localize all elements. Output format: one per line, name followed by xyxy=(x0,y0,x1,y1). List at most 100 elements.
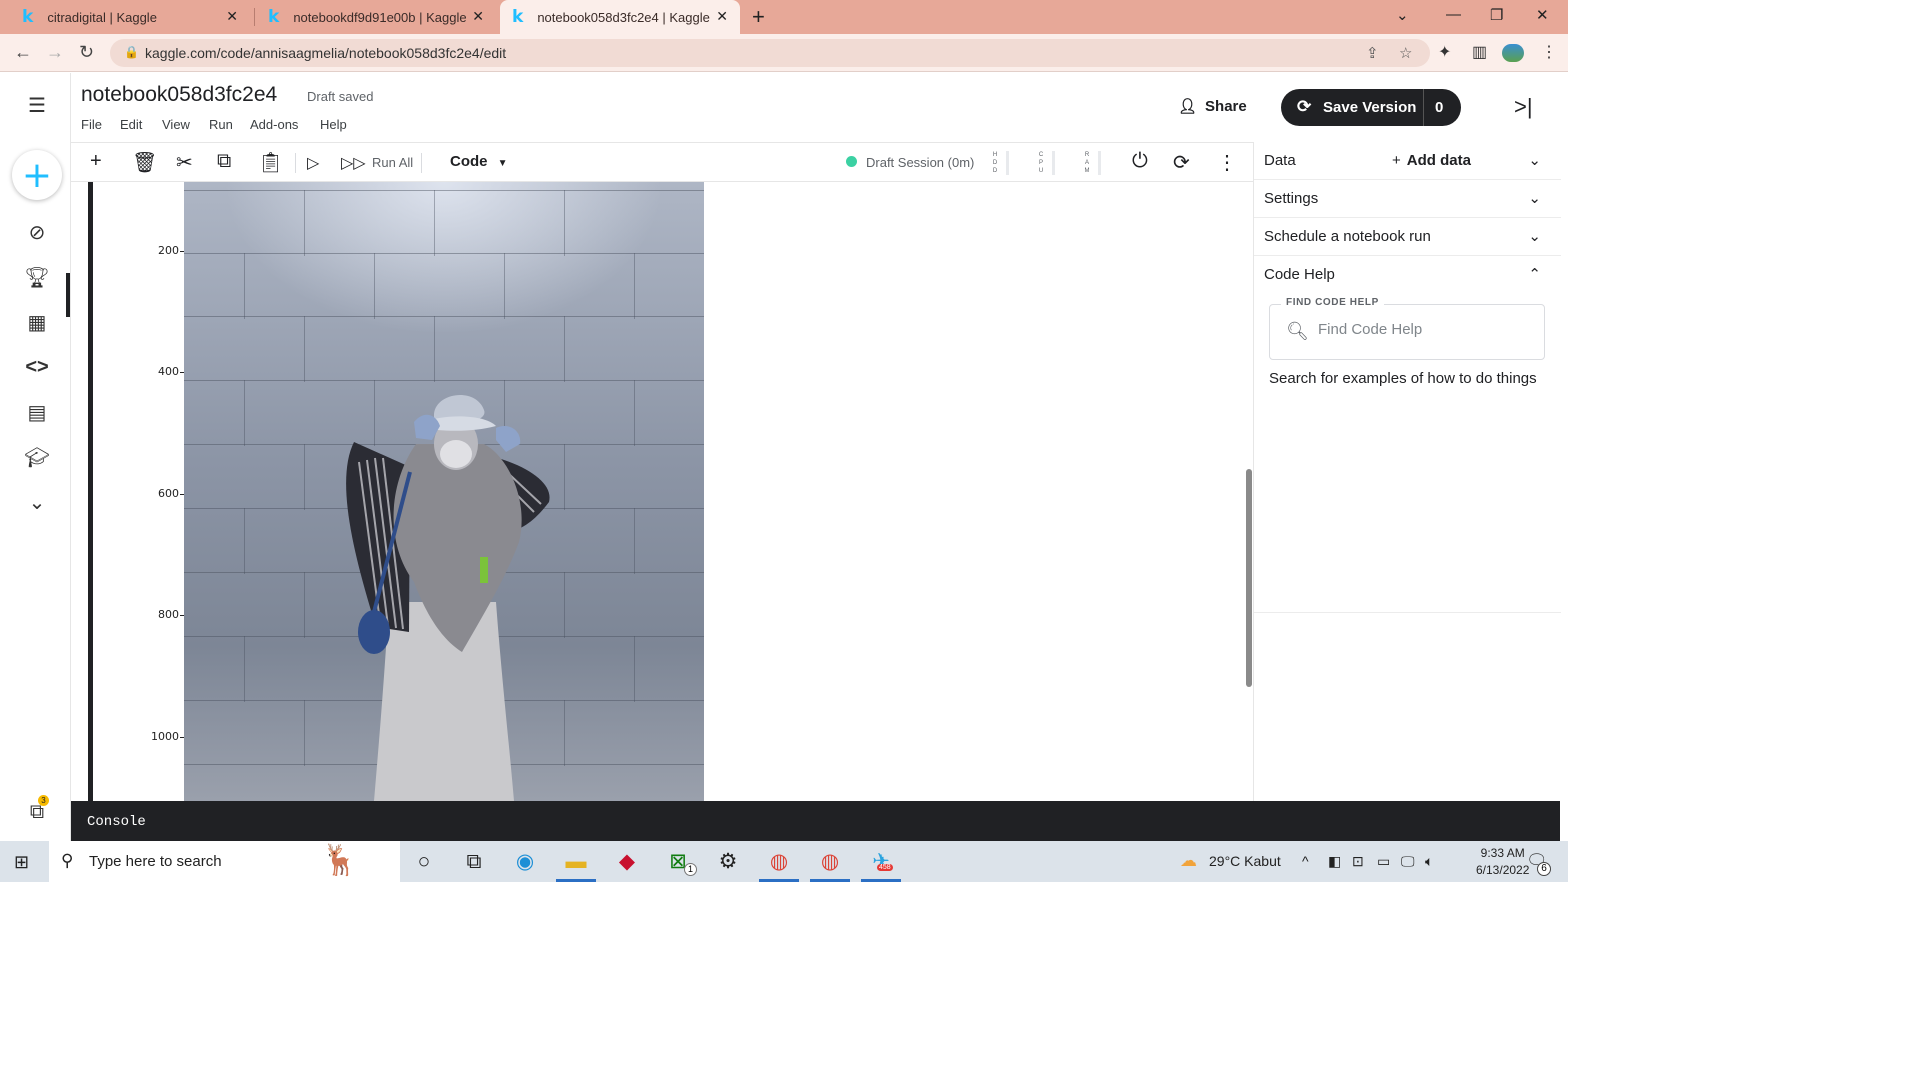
back-icon[interactable]: ← xyxy=(14,42,32,63)
draft-status: Draft saved xyxy=(307,89,374,104)
trophy-icon[interactable]: 🏆︎ xyxy=(22,262,52,292)
task-view-icon[interactable]: ⧉ xyxy=(458,847,490,877)
chevron-down-icon[interactable]: ⌄ xyxy=(1528,189,1541,207)
menu-add-ons[interactable]: Add-ons xyxy=(250,117,298,132)
add-data-button[interactable]: + Add data xyxy=(1392,152,1471,169)
edge-icon[interactable]: ◉ xyxy=(509,847,541,877)
window-close-icon[interactable]: ✕ xyxy=(1536,6,1549,24)
network-icon[interactable]: 🖵︎ xyxy=(1401,853,1415,870)
kaggle-icon: k xyxy=(22,7,34,27)
chevron-down-icon[interactable]: ⌄ xyxy=(22,487,52,517)
share-button[interactable]: 👤︎ Share xyxy=(1178,97,1247,116)
save-version-button[interactable]: ⟳ Save Version 0 xyxy=(1281,89,1461,126)
tab-title: notebook058d3fc2e4 | Kaggle xyxy=(537,9,710,25)
code-help-input[interactable] xyxy=(1318,321,1528,338)
network-share-icon[interactable]: ⊡ xyxy=(1352,853,1364,870)
browser-tab[interactable]: k notebookdf9d91e00b | Kaggle ✕ xyxy=(256,0,496,34)
copy-icon[interactable]: ⧉ xyxy=(217,150,231,173)
section-data[interactable]: Data + Add data ⌄ xyxy=(1254,142,1561,180)
battery-icon[interactable]: ▭ xyxy=(1377,853,1390,870)
browser-tab[interactable]: k citradigital | Kaggle ✕ xyxy=(10,0,250,34)
tab-title: notebookdf9d91e00b | Kaggle xyxy=(293,9,467,25)
cpu-meter xyxy=(1052,151,1055,175)
cell-type-select[interactable]: Code ▼ xyxy=(450,153,508,170)
share-page-icon[interactable]: ⇪ xyxy=(1366,44,1379,62)
restart-icon[interactable]: ⟳ xyxy=(1173,150,1190,175)
chevron-down-icon[interactable]: ⌄ xyxy=(1528,227,1541,245)
extensions-icon[interactable]: ✦ xyxy=(1438,42,1451,62)
hdd-meter xyxy=(1006,151,1009,175)
menu-edit[interactable]: Edit xyxy=(120,117,142,132)
more-options-icon[interactable]: ⋮ xyxy=(1217,150,1237,175)
section-schedule[interactable]: Schedule a notebook run ⌄ xyxy=(1254,218,1561,256)
menu-run[interactable]: Run xyxy=(209,117,233,132)
run-all-button[interactable]: Run All xyxy=(372,155,413,170)
menu-view[interactable]: View xyxy=(162,117,190,132)
side-panel-icon[interactable]: ▥ xyxy=(1472,42,1487,62)
browser-menu-icon[interactable]: ⋮ xyxy=(1541,42,1557,62)
cut-icon[interactable]: ✂ xyxy=(176,150,193,175)
reload-icon[interactable]: ↻ xyxy=(79,42,94,63)
mcafee-icon[interactable]: ◆ xyxy=(611,847,643,877)
tab-divider xyxy=(254,8,255,26)
cortana-icon[interactable]: ○ xyxy=(408,847,440,877)
run-all-icon[interactable]: ▷▷ xyxy=(341,153,366,173)
chevron-up-icon[interactable]: ⌃ xyxy=(1528,265,1541,283)
session-status[interactable]: Draft Session (0m) xyxy=(866,155,974,170)
telegram-icon[interactable]: ✈ xyxy=(865,847,897,877)
add-cell-icon[interactable]: + xyxy=(90,150,102,173)
table-icon[interactable]: ▦ xyxy=(22,307,52,337)
version-count[interactable]: 0 xyxy=(1435,99,1443,116)
hamburger-menu-icon[interactable]: ☰ xyxy=(22,90,52,120)
taskbar-search[interactable]: ⚲ Type here to search 🦌 xyxy=(49,841,400,882)
windows-start-icon[interactable]: ⊞ xyxy=(14,852,29,873)
profile-avatar[interactable] xyxy=(1502,44,1524,62)
delete-icon[interactable]: 🗑︎ xyxy=(132,150,157,175)
menu-help[interactable]: Help xyxy=(320,117,347,132)
section-settings[interactable]: Settings ⌄ xyxy=(1254,180,1561,218)
close-icon[interactable]: ✕ xyxy=(716,8,728,25)
new-tab-icon[interactable]: + xyxy=(752,4,765,30)
minimize-icon[interactable]: — xyxy=(1446,6,1461,23)
learn-icon[interactable]: 🎓︎ xyxy=(22,442,52,472)
restore-icon[interactable]: ❐ xyxy=(1490,6,1503,24)
chrome-icon[interactable]: ◍ xyxy=(763,847,795,877)
close-icon[interactable]: ✕ xyxy=(226,8,238,25)
menu-file[interactable]: File xyxy=(81,117,102,132)
tab-search-icon[interactable]: ⌄ xyxy=(1396,6,1409,24)
file-explorer-icon[interactable]: ▬ xyxy=(560,847,592,877)
console-bar[interactable]: Console xyxy=(71,801,1560,841)
forward-icon[interactable]: → xyxy=(46,42,64,63)
y-tick-label: 200 xyxy=(158,244,179,257)
telegram-badge: 458 xyxy=(877,864,893,871)
ram-meter xyxy=(1098,151,1101,175)
weather-icon[interactable]: ☁ xyxy=(1180,851,1197,871)
address-bar[interactable]: 🔒 kaggle.com/code/annisaagmelia/notebook… xyxy=(110,39,1430,67)
bookmark-star-icon[interactable]: ☆ xyxy=(1399,44,1412,62)
code-help-description: Search for examples of how to do things xyxy=(1269,370,1537,387)
editor-scrollbar[interactable] xyxy=(1246,469,1252,687)
section-code-help[interactable]: Code Help ⌃ xyxy=(1254,256,1561,294)
volume-muted-icon[interactable]: 🔈︎ xyxy=(1425,853,1433,870)
meet-now-icon[interactable]: ◧ xyxy=(1328,853,1341,870)
settings-gear-icon[interactable]: ⚙ xyxy=(712,847,744,877)
create-button[interactable]: + xyxy=(12,150,62,200)
run-cell-icon[interactable]: ▷ xyxy=(307,153,319,173)
weather-text[interactable]: 29°C Kabut xyxy=(1209,853,1281,869)
code-icon[interactable]: <> xyxy=(22,352,52,382)
compass-icon[interactable]: ⊘ xyxy=(22,217,52,247)
url-text: kaggle.com/code/annisaagmelia/notebook05… xyxy=(145,45,507,61)
code-help-legend: FIND CODE HELP xyxy=(1281,297,1384,308)
notebook-title[interactable]: notebook058d3fc2e4 xyxy=(81,83,277,107)
chrome-icon[interactable]: ◍ xyxy=(814,847,846,877)
close-icon[interactable]: ✕ xyxy=(472,8,484,25)
collapse-panel-icon[interactable]: >| xyxy=(1514,94,1533,120)
chevron-down-icon[interactable]: ⌄ xyxy=(1528,151,1541,169)
paste-icon[interactable]: 📋︎ xyxy=(258,150,283,175)
discussion-icon[interactable]: ▤ xyxy=(22,397,52,427)
active-rail-indicator xyxy=(66,273,70,317)
power-icon[interactable]: ⏻ xyxy=(1132,150,1148,173)
browser-tab-active[interactable]: k notebook058d3fc2e4 | Kaggle ✕ xyxy=(500,0,740,34)
tray-chevron-up-icon[interactable]: ^ xyxy=(1302,853,1309,869)
taskbar-clock[interactable]: 9:33 AM 6/13/2022 xyxy=(1476,845,1529,879)
